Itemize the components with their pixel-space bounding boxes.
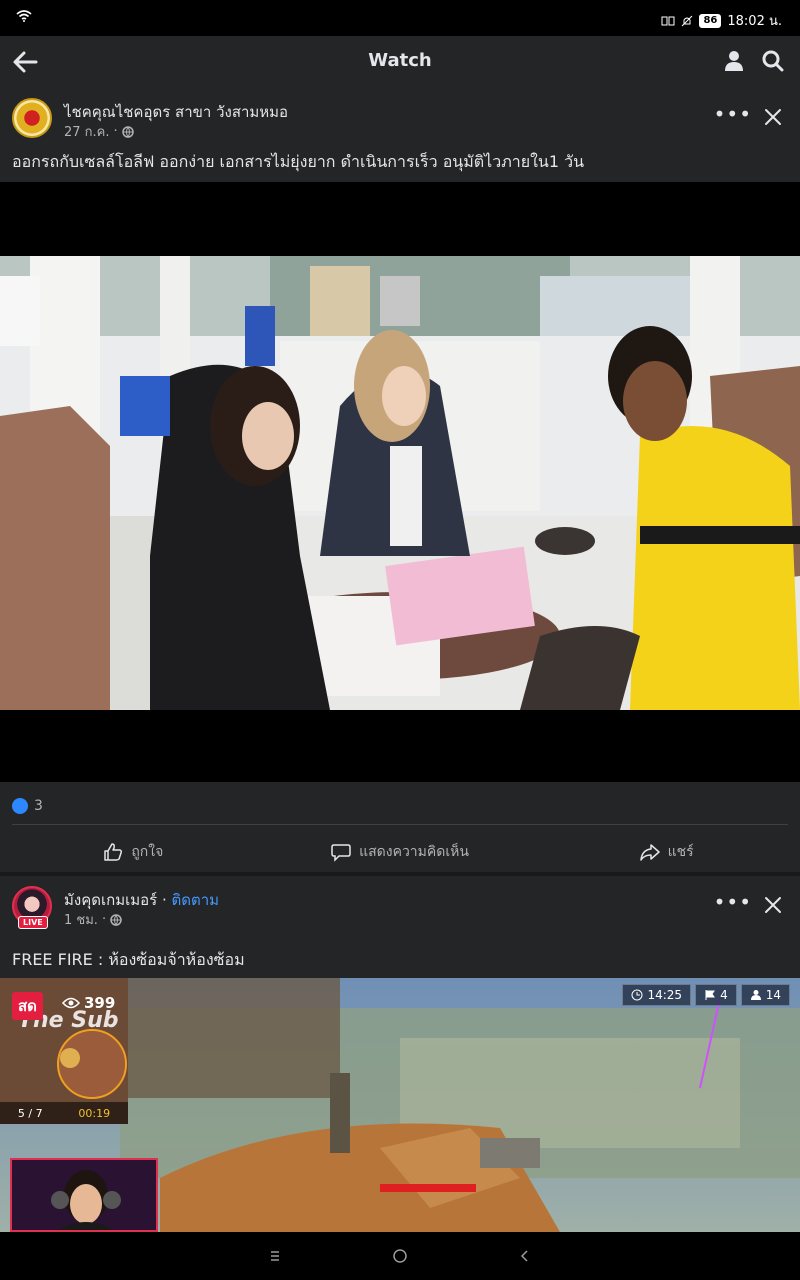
live-badge: LIVE — [18, 916, 48, 929]
post-meta: 1 ชม. · — [64, 909, 122, 930]
search-icon[interactable] — [762, 50, 784, 72]
match-clock: 00:19 — [78, 1106, 111, 1120]
mute-icon — [682, 15, 693, 26]
like-reaction-icon — [12, 798, 28, 814]
separator-dot: · — [161, 891, 172, 909]
comment-button[interactable]: แสดงความคิดเห็น — [267, 834, 534, 870]
viewer-count: 399 — [62, 994, 115, 1012]
post-caption: ออกรถกับเซลล์โอลีฟ ออกง่าย เอกสารไม่ยุ่ง… — [12, 152, 585, 171]
reactions-summary[interactable]: 3 — [12, 798, 43, 814]
page-avatar[interactable] — [12, 98, 52, 138]
live-indicator: สด — [12, 992, 43, 1020]
video-frame-image — [0, 256, 800, 710]
match-stats: 5 / 7 00:19 — [0, 1102, 128, 1124]
flag-icon — [705, 990, 716, 1000]
hud-timer-value: 14:25 — [647, 988, 683, 1002]
post-time: 27 ก.ค. — [64, 125, 110, 140]
streamer-webcam — [10, 1158, 158, 1232]
hud-players-value: 14 — [765, 988, 781, 1002]
post-time: 1 ชม. — [64, 913, 98, 928]
more-options-icon[interactable]: ••• — [714, 892, 752, 912]
post-meta: 27 ก.ค. · — [64, 121, 134, 142]
eye-icon — [62, 997, 80, 1009]
viewer-number: 399 — [84, 994, 116, 1012]
home-icon[interactable] — [392, 1248, 408, 1264]
globe-icon — [121, 125, 134, 138]
webcam-image — [12, 1160, 156, 1230]
status-bar: 86 18:02 น. — [0, 0, 800, 36]
system-nav-bar — [0, 1232, 800, 1280]
squad-count: 5 / 7 — [17, 1106, 43, 1120]
like-button[interactable]: ถูกใจ — [0, 834, 267, 870]
like-label: ถูกใจ — [131, 844, 164, 860]
share-button[interactable]: แชร์ — [533, 834, 800, 870]
comment-icon — [331, 844, 351, 862]
post-caption: FREE FIRE : ห้องซ้อมจ้าห้องซ้อม — [12, 950, 245, 969]
profile-icon[interactable] — [724, 50, 744, 72]
game-hud: 14:25 4 14 — [622, 984, 790, 1006]
live-video-player[interactable]: The Sub 5 / 7 00:19 สด 399 14:25 4 14 — [0, 978, 800, 1232]
back-icon[interactable] — [518, 1249, 532, 1263]
share-label: แชร์ — [667, 844, 694, 860]
live-post: LIVE มังคุดเกมเมอร์ · ติดตาม 1 ชม. · •••… — [0, 876, 800, 1232]
player-icon — [750, 990, 761, 1000]
timer-icon — [631, 989, 643, 1001]
hud-flags-value: 4 — [720, 988, 728, 1002]
comment-label: แสดงความคิดเห็น — [359, 844, 469, 860]
like-count: 3 — [34, 798, 43, 814]
more-options-icon[interactable]: ••• — [714, 104, 752, 124]
globe-icon — [110, 913, 122, 926]
page-title: Watch — [368, 50, 432, 71]
clock: 18:02 น. — [727, 14, 782, 29]
hud-timer: 14:25 — [622, 984, 692, 1006]
streamer-name[interactable]: มังคุดเกมเมอร์ — [64, 891, 157, 909]
book-icon — [661, 16, 675, 25]
video-player[interactable] — [0, 182, 800, 782]
top-app-bar: Watch — [0, 36, 800, 88]
close-icon[interactable] — [764, 896, 782, 914]
video-post: ไชคคุณไชคอุดร สาขา วังสามหมอ 27 ก.ค. · •… — [0, 88, 800, 872]
share-icon — [639, 844, 660, 861]
separator-dot: · — [101, 912, 107, 927]
follow-link[interactable]: ติดตาม — [172, 891, 220, 909]
hud-flags: 4 — [695, 984, 737, 1006]
recent-apps-icon[interactable] — [268, 1249, 282, 1263]
battery-level: 86 — [699, 13, 722, 28]
divider — [12, 824, 788, 825]
post-actions: ถูกใจ แสดงความคิดเห็น แชร์ — [0, 834, 800, 870]
close-icon[interactable] — [764, 108, 782, 126]
hud-players: 14 — [740, 984, 790, 1006]
separator-dot: · — [113, 124, 118, 139]
wifi-icon — [16, 10, 32, 22]
thumbs-up-icon — [104, 843, 123, 861]
video-frame[interactable] — [0, 256, 800, 710]
